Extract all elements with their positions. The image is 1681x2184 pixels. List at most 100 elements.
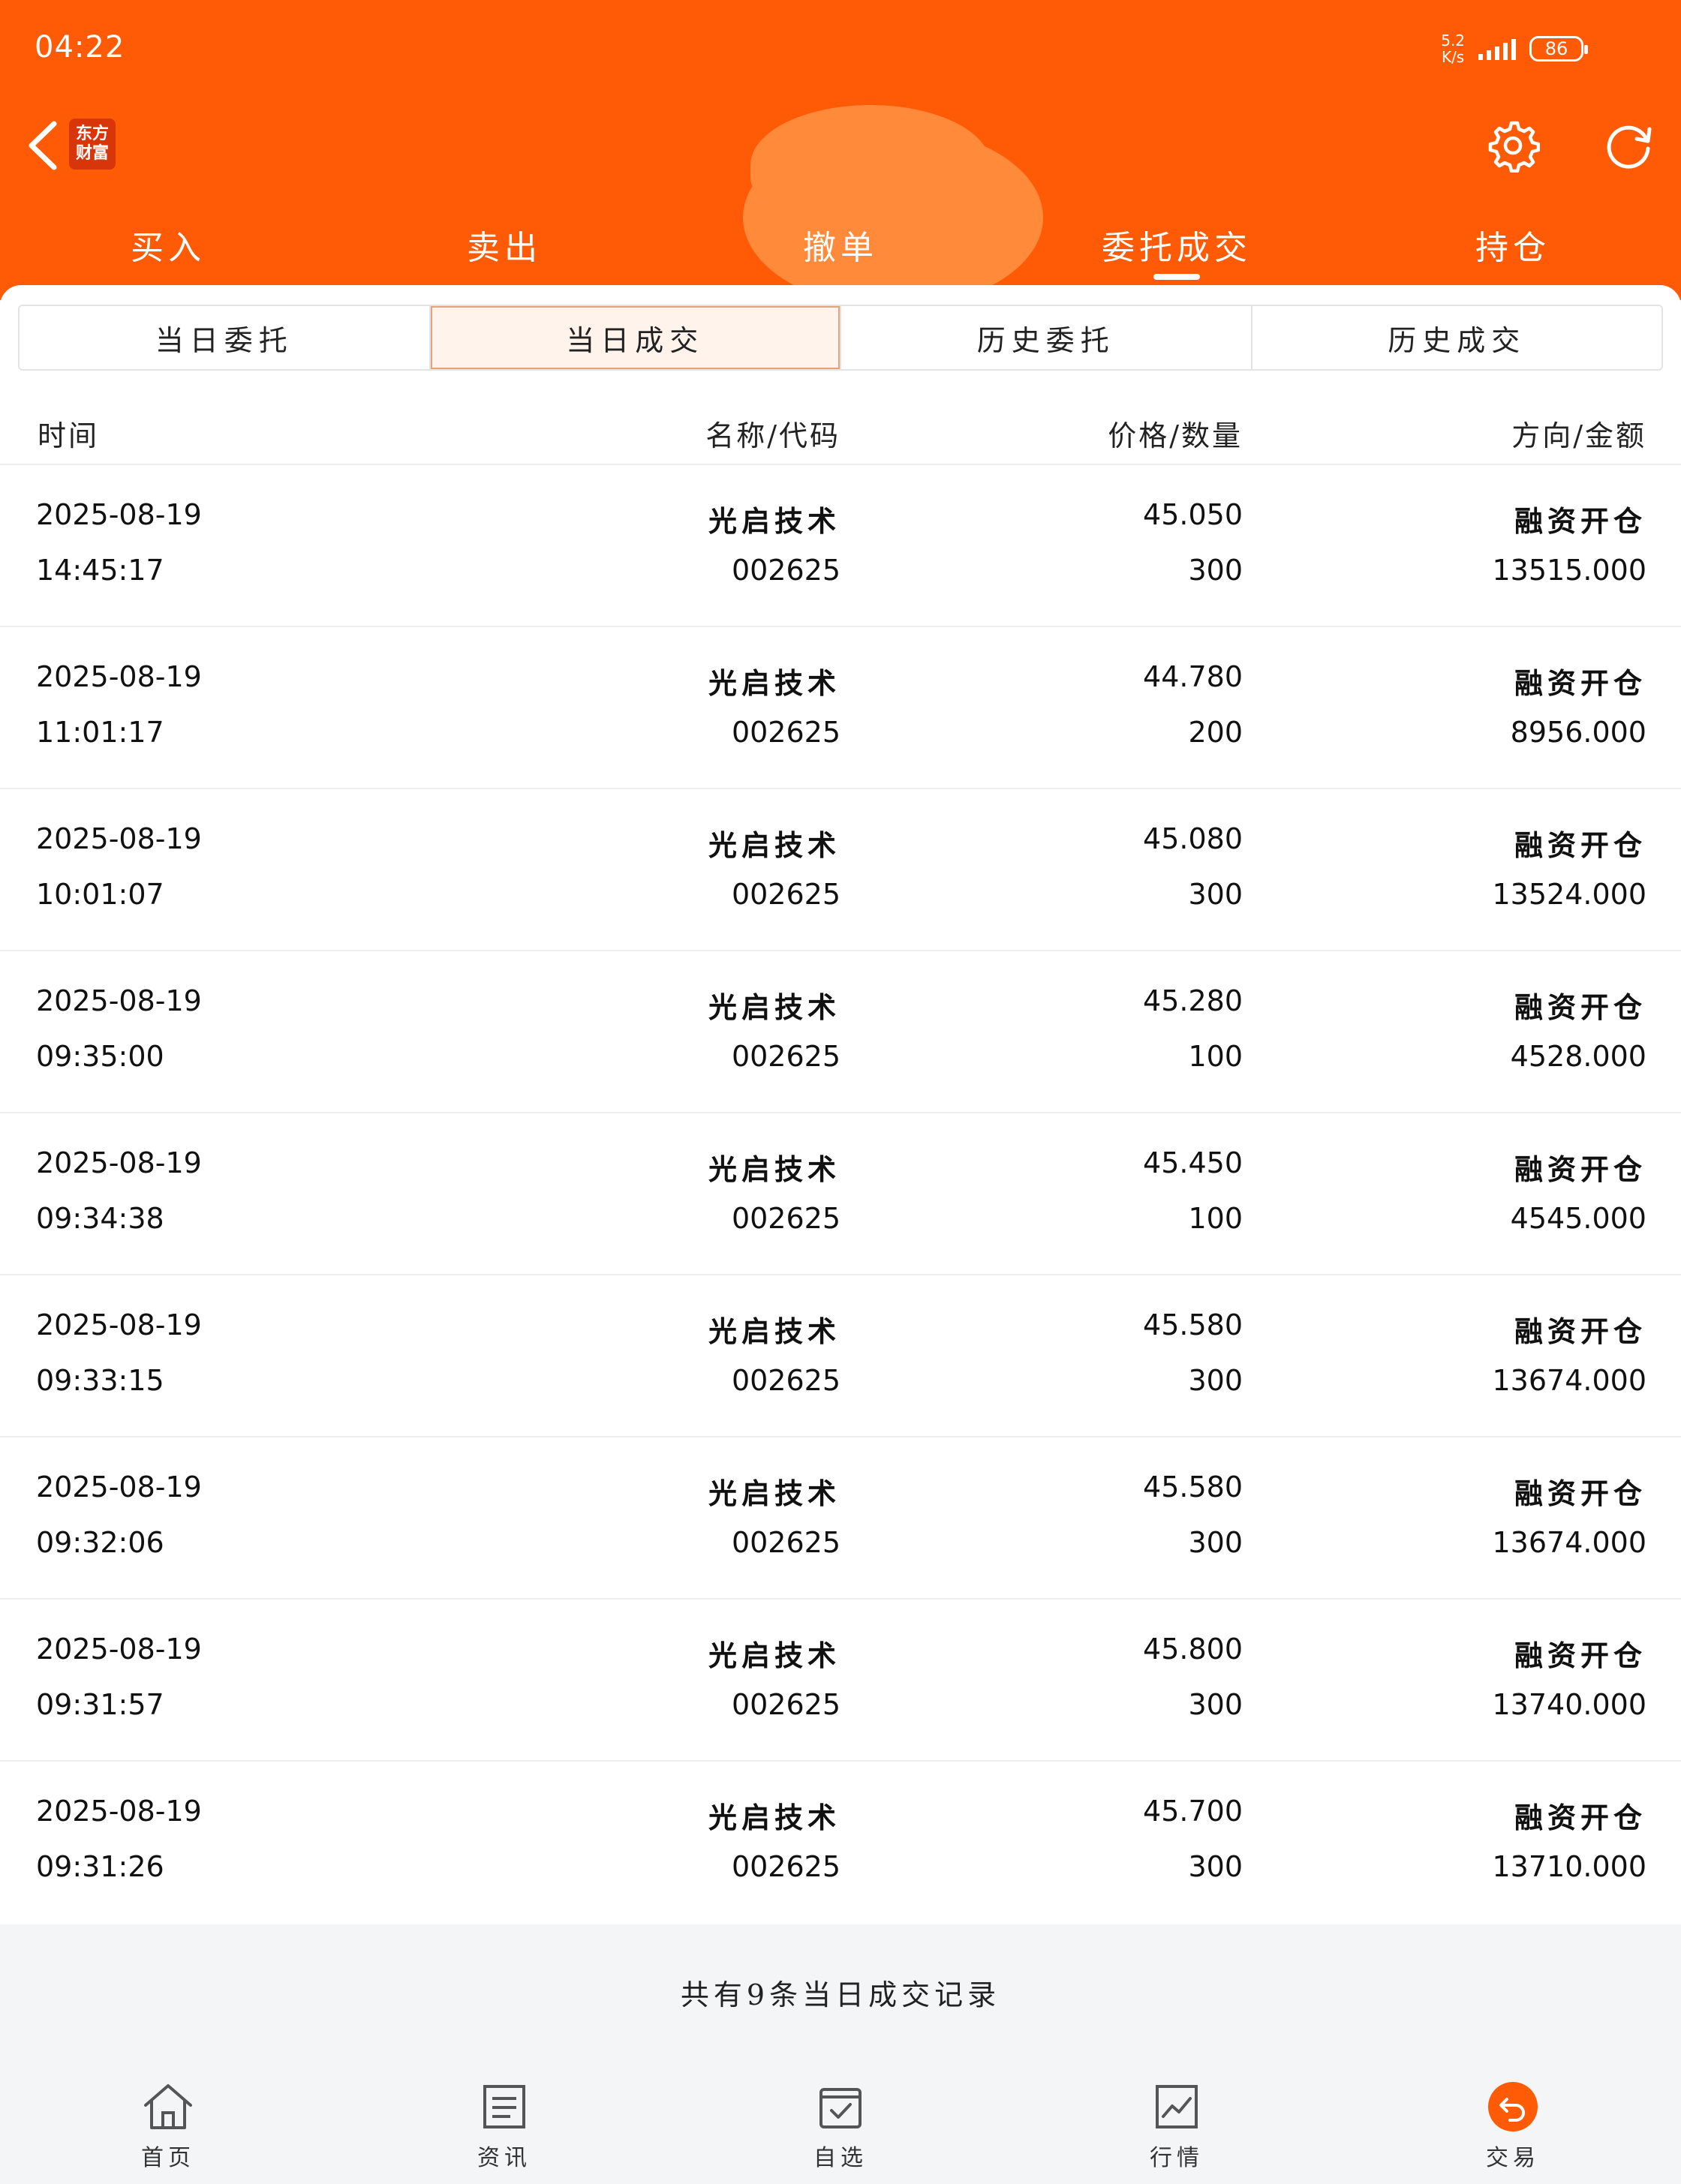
stock-code: 002625: [731, 1040, 841, 1073]
trade-quantity: 100: [1188, 1040, 1243, 1073]
trade-date: 2025-08-19: [36, 1795, 202, 1828]
trade-direction: 融资开仓: [1514, 1152, 1646, 1186]
nav-home[interactable]: 首页: [0, 2059, 336, 2184]
header-price-qty: 价格/数量: [1108, 419, 1243, 452]
stock-code: 002625: [731, 1850, 841, 1883]
trade-quantity: 200: [1188, 716, 1243, 749]
trade-date: 2025-08-19: [36, 660, 202, 693]
trade-amount: 13740.000: [1492, 1688, 1647, 1721]
header-name-code: 名称/代码: [705, 419, 841, 452]
nav-watchlist-label: 自选: [813, 2145, 868, 2171]
stock-code: 002625: [731, 1364, 841, 1397]
tab-buy[interactable]: 买入: [0, 210, 336, 285]
trade-direction: 融资开仓: [1514, 666, 1646, 700]
trade-price: 45.580: [1143, 1308, 1243, 1341]
trade-quantity: 100: [1188, 1202, 1243, 1235]
settings-button[interactable]: [1483, 116, 1543, 176]
back-button[interactable]: [17, 116, 69, 176]
nav-market[interactable]: 行情: [1009, 2059, 1345, 2184]
stock-code: 002625: [731, 1688, 841, 1721]
table-row[interactable]: 2025-08-19 09:31:57 光启技术 002625 45.800 3…: [0, 1600, 1681, 1762]
trade-direction: 融资开仓: [1514, 504, 1646, 538]
record-count-note: 共有9条当日成交记录: [680, 1978, 1001, 2011]
trade-amount: 4545.000: [1510, 1202, 1646, 1235]
chevron-left-icon: [29, 121, 57, 170]
nav-market-label: 行情: [1150, 2145, 1204, 2171]
header-time: 时间: [38, 419, 100, 452]
trade-direction: 融资开仓: [1514, 1639, 1646, 1672]
trade-time: 14:45:17: [36, 554, 164, 587]
nav-trade-label: 交易: [1486, 2145, 1540, 2171]
nav-trade[interactable]: 交易: [1345, 2059, 1681, 2184]
trade-amount: 13710.000: [1492, 1850, 1647, 1883]
table-row[interactable]: 2025-08-19 10:01:07 光启技术 002625 45.080 3…: [0, 789, 1681, 951]
stock-code: 002625: [731, 1526, 841, 1559]
tab-sell[interactable]: 卖出: [336, 210, 672, 285]
stock-name: 光启技术: [708, 1477, 841, 1510]
stock-code: 002625: [731, 716, 841, 749]
sub-tabs: 当日委托 当日成交 历史委托 历史成交: [18, 305, 1663, 371]
subtab-history-trades[interactable]: 历史成交: [1252, 306, 1661, 369]
stock-name: 光启技术: [708, 1639, 841, 1672]
table-row[interactable]: 2025-08-19 09:33:15 光启技术 002625 45.580 3…: [0, 1275, 1681, 1437]
subtab-today-trades[interactable]: 当日成交: [430, 306, 841, 369]
app-logo: 东方 财富: [69, 119, 116, 170]
tab-cancel-order[interactable]: 撤单: [672, 210, 1009, 285]
subtab-history-orders[interactable]: 历史委托: [841, 306, 1252, 369]
trade-amount: 4528.000: [1510, 1040, 1646, 1073]
trade-price: 45.080: [1143, 822, 1243, 855]
battery-level: 86: [1544, 38, 1568, 59]
trade-time: 11:01:17: [36, 716, 164, 749]
trade-price: 45.050: [1143, 498, 1243, 531]
trade-date: 2025-08-19: [36, 1308, 202, 1341]
refresh-button[interactable]: [1597, 116, 1660, 176]
trade-date: 2025-08-19: [36, 1633, 202, 1666]
home-icon: [142, 2080, 194, 2133]
trade-amount: 13515.000: [1492, 554, 1647, 587]
stock-code: 002625: [731, 1202, 841, 1235]
trade-amount: 8956.000: [1510, 716, 1646, 749]
table-row[interactable]: 2025-08-19 09:35:00 光启技术 002625 45.280 1…: [0, 951, 1681, 1113]
trade-price: 45.280: [1143, 984, 1243, 1017]
trade-time: 09:32:06: [36, 1526, 164, 1559]
trade-direction: 融资开仓: [1514, 1801, 1646, 1834]
trade-quantity: 300: [1188, 554, 1243, 587]
nav-home-label: 首页: [141, 2145, 195, 2171]
subtab-today-orders[interactable]: 当日委托: [20, 306, 431, 369]
nav-news[interactable]: 资讯: [336, 2059, 672, 2184]
trade-amount: 13674.000: [1492, 1526, 1647, 1559]
trade-price: 45.580: [1143, 1471, 1243, 1504]
network-speed: 5.2 K/s: [1441, 32, 1465, 66]
trade-date: 2025-08-19: [36, 822, 202, 855]
table-row[interactable]: 2025-08-19 09:32:06 光启技术 002625 45.580 3…: [0, 1437, 1681, 1600]
trade-time: 09:31:26: [36, 1850, 164, 1883]
trade-quantity: 300: [1188, 1688, 1243, 1721]
main-content: 当日委托 当日成交 历史委托 历史成交 时间 名称/代码 价格/数量 方向/金额…: [0, 285, 1681, 1924]
trade-icon: [1487, 2080, 1539, 2133]
trade-time: 09:35:00: [36, 1040, 164, 1073]
signal-icon: [1478, 38, 1516, 60]
status-indicators: 5.2 K/s 86: [1441, 30, 1588, 68]
trade-quantity: 300: [1188, 1850, 1243, 1883]
app-header: 04:22 5.2 K/s 86 东方 财富 买入 卖出 撤单 委托成交 持仓: [0, 0, 1681, 308]
tab-positions[interactable]: 持仓: [1345, 210, 1681, 285]
table-row[interactable]: 2025-08-19 14:45:17 光启技术 002625 45.050 3…: [0, 465, 1681, 627]
news-icon: [478, 2080, 531, 2133]
trade-date: 2025-08-19: [36, 984, 202, 1017]
gear-icon: [1488, 121, 1540, 173]
nav-watchlist[interactable]: 自选: [672, 2059, 1009, 2184]
trade-date: 2025-08-19: [36, 1471, 202, 1504]
trade-time: 10:01:07: [36, 878, 164, 911]
table-row[interactable]: 2025-08-19 09:31:26 光启技术 002625 45.700 3…: [0, 1762, 1681, 1924]
status-bar: 04:22 5.2 K/s 86: [0, 0, 1681, 98]
refresh-icon: [1607, 125, 1652, 169]
table-row[interactable]: 2025-08-19 11:01:17 光启技术 002625 44.780 2…: [0, 627, 1681, 789]
trade-direction: 融资开仓: [1514, 1314, 1646, 1348]
trade-date: 2025-08-19: [36, 498, 202, 531]
trade-time: 09:33:15: [36, 1364, 164, 1397]
trade-quantity: 300: [1188, 1526, 1243, 1559]
table-row[interactable]: 2025-08-19 09:34:38 光启技术 002625 45.450 1…: [0, 1113, 1681, 1275]
trade-list: 2025-08-19 14:45:17 光启技术 002625 45.050 3…: [0, 465, 1681, 1924]
tab-orders-trades[interactable]: 委托成交: [1009, 210, 1345, 285]
table-header: 时间 名称/代码 价格/数量 方向/金额: [0, 398, 1681, 465]
